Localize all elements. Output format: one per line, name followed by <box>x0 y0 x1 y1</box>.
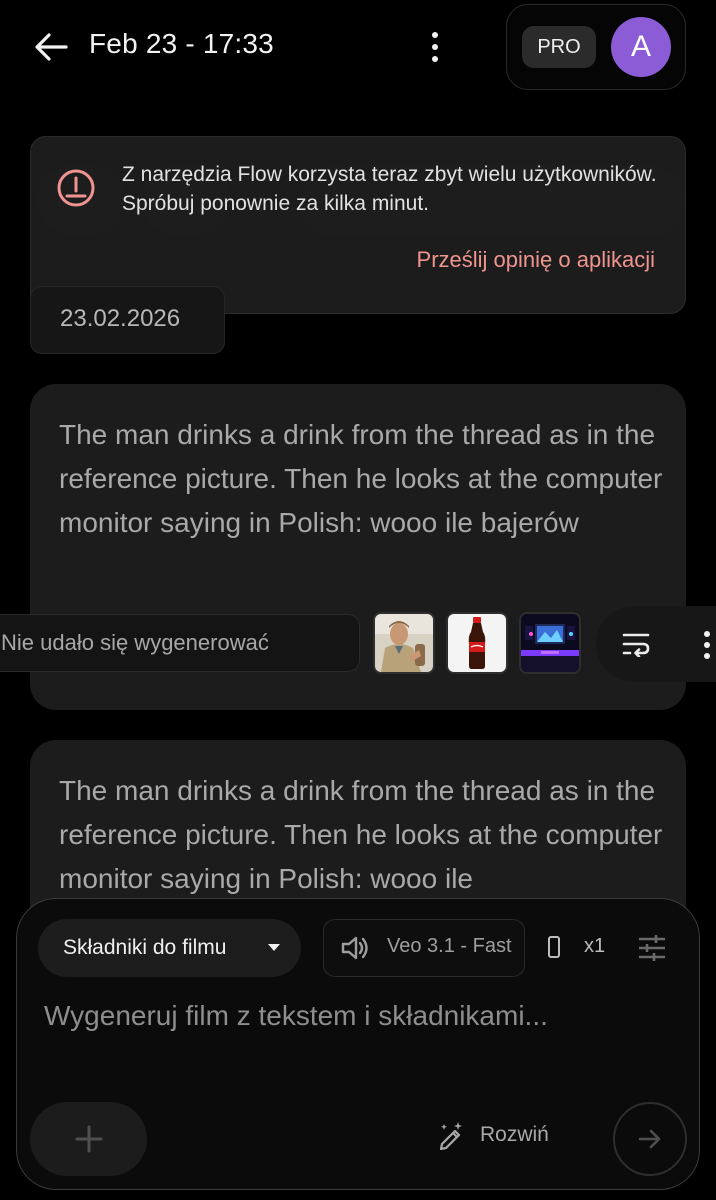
prompt-text: The man drinks a drink from the thread a… <box>59 419 663 538</box>
feedback-link[interactable]: Prześlij opinię o aplikacji <box>417 247 655 273</box>
plus-icon <box>75 1125 102 1153</box>
output-count[interactable]: x1 <box>584 935 605 958</box>
back-button[interactable] <box>30 26 72 68</box>
reference-thumbnail-man[interactable] <box>373 612 435 674</box>
model-label: Veo 3.1 - Fast <box>387 935 512 957</box>
chevron-down-icon <box>268 944 280 951</box>
reuse-prompt-button[interactable] <box>614 622 658 666</box>
magic-pen-icon <box>439 1122 462 1150</box>
generation-failed-status: Nie udało się wygenerować <box>0 614 360 672</box>
arrow-left-icon <box>35 33 68 61</box>
toast-message: Z narzędzia Flow korzysta teraz zbyt wie… <box>122 163 657 215</box>
date-label: 23.02.2026 <box>60 305 181 332</box>
tune-icon[interactable] <box>636 932 668 964</box>
mode-label: Składniki do filmu <box>63 936 227 959</box>
man-photo <box>375 614 433 672</box>
card-more-button[interactable] <box>700 630 714 660</box>
gaming-setup-photo <box>521 614 579 672</box>
expand-label: Rozwiń <box>480 1123 549 1146</box>
cola-bottle-photo <box>448 614 506 672</box>
avatar[interactable]: A <box>611 17 671 77</box>
more-options-button[interactable] <box>420 26 450 68</box>
expand-prompt-button[interactable]: Rozwiń <box>436 1118 549 1152</box>
more-vert-icon <box>704 631 710 637</box>
wrap-text-icon <box>622 633 650 657</box>
mode-dropdown[interactable]: Składniki do filmu <box>38 919 301 977</box>
portrait-aspect-icon[interactable] <box>548 936 560 958</box>
reference-thumbnail-cola[interactable] <box>446 612 508 674</box>
reference-thumbnail-setup[interactable] <box>519 612 581 674</box>
add-ingredient-button[interactable] <box>30 1102 147 1176</box>
prompt-input[interactable] <box>44 1000 664 1032</box>
flow-project-screen: Feb 23 - 17:33 PRO A Z narzędzia Flow ko… <box>0 0 716 1200</box>
page-title: Feb 23 - 17:33 <box>89 28 274 59</box>
pro-badge[interactable]: PRO <box>522 26 596 68</box>
arrow-right-icon <box>638 1129 661 1149</box>
send-button[interactable] <box>613 1102 687 1176</box>
more-vert-icon <box>432 32 438 38</box>
prompt-text: The man drinks a drink from the thread a… <box>59 775 663 894</box>
error-circle-icon <box>57 169 95 207</box>
volume-icon <box>341 936 368 960</box>
